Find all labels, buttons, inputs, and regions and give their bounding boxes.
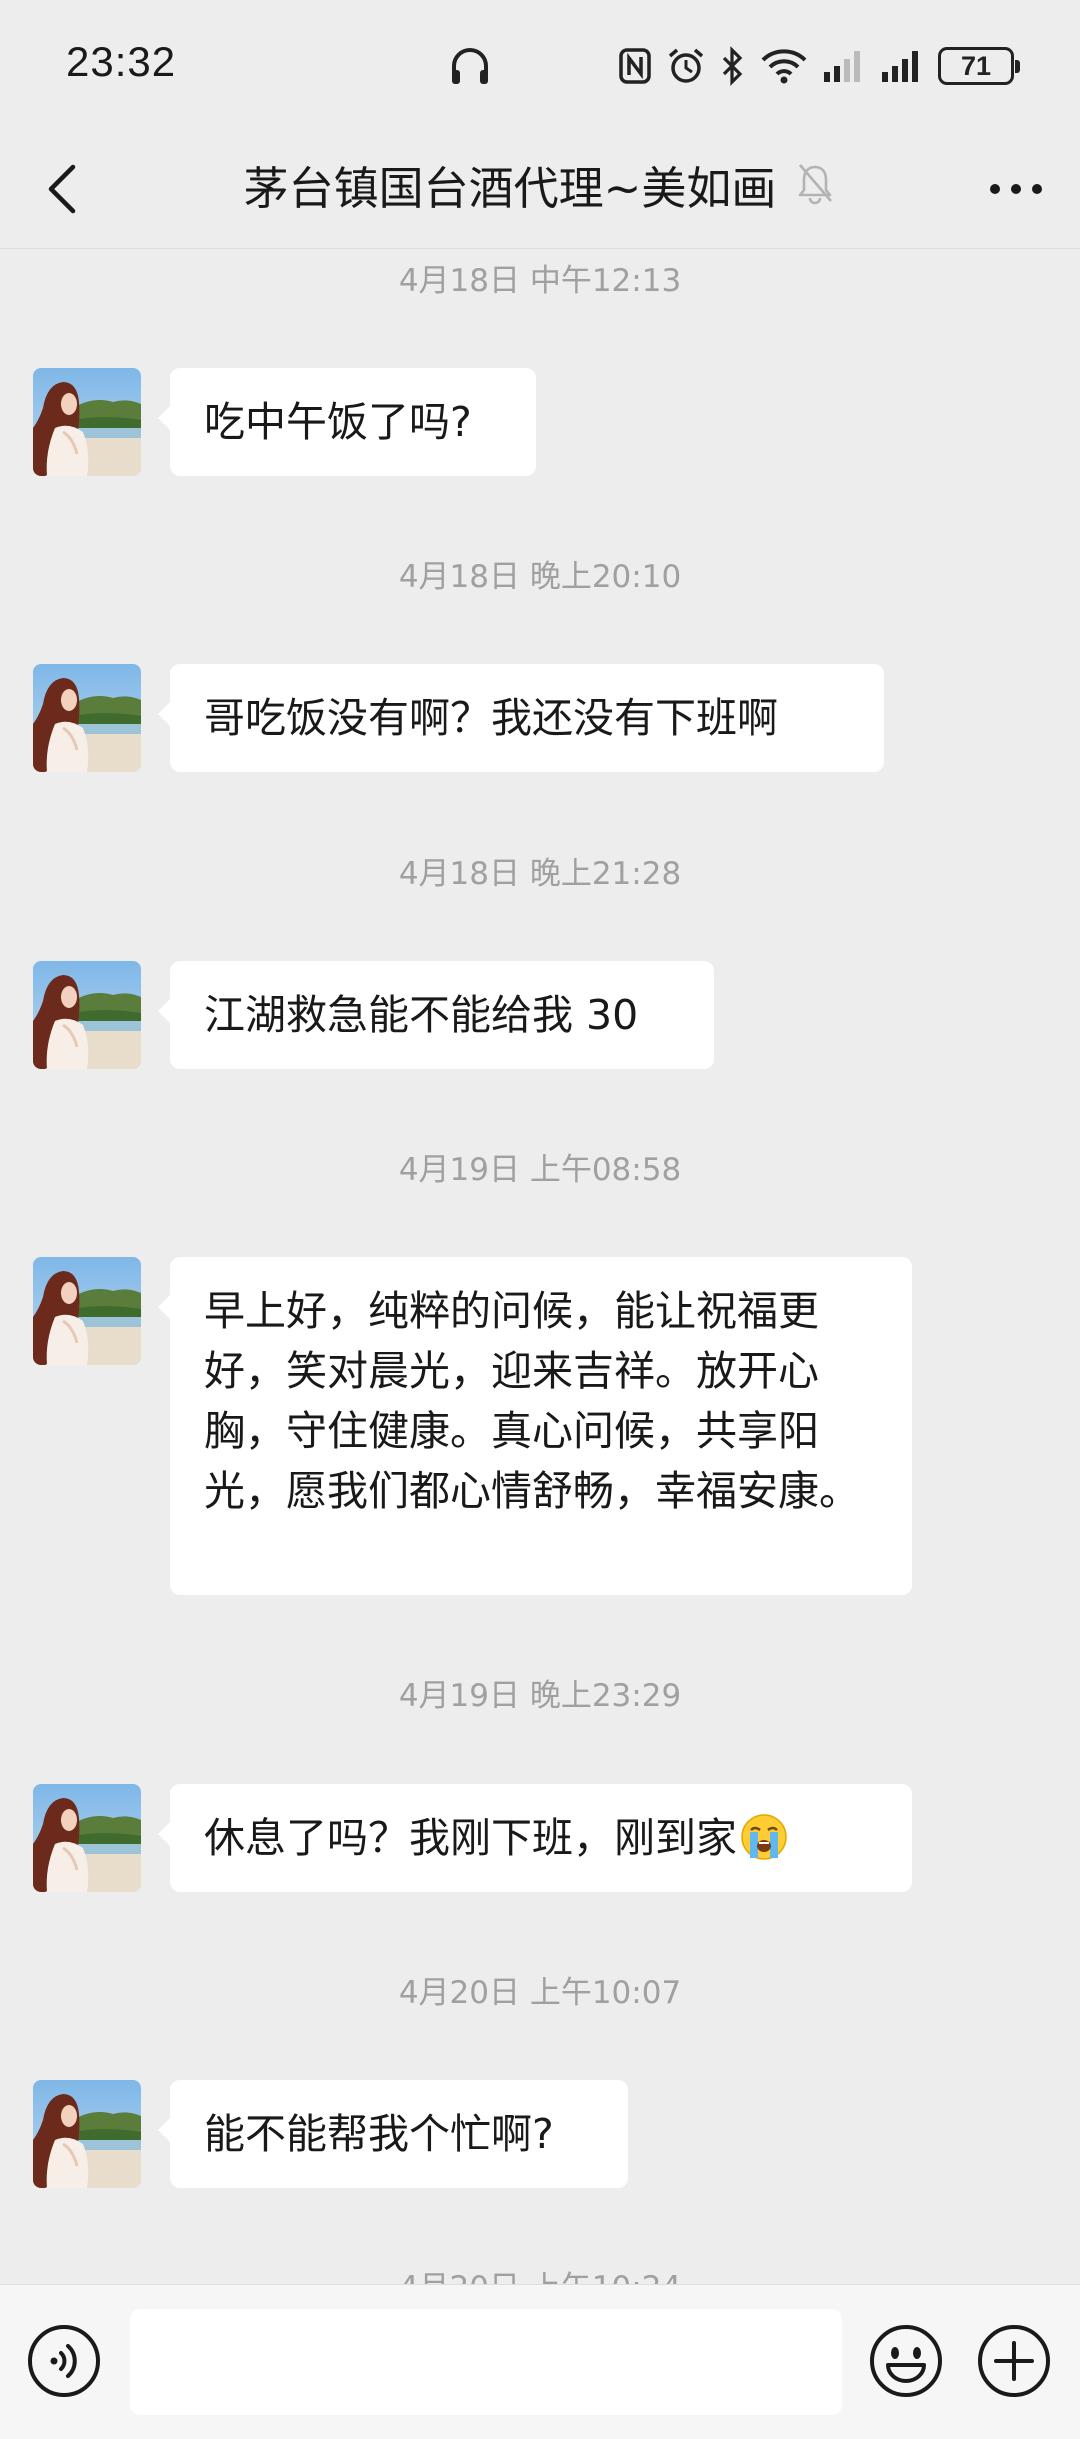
bell-muted-icon	[798, 164, 832, 205]
input-bar	[0, 2284, 1080, 2439]
avatar[interactable]	[33, 664, 141, 772]
status-bar: 23:32 71	[0, 0, 1080, 130]
message-timestamp: 4月19日 晚上23:29	[398, 1678, 682, 1714]
message-bubble[interactable]: 休息了吗？我刚下班，刚到家	[158, 1784, 912, 1892]
message-bubble[interactable]: 早上好，纯粹的问候，能让祝福更好，笑对晨光，迎来吉祥。放开心胸，守住健康。真心问…	[158, 1257, 912, 1595]
message-timestamp-partial: 4月20日 上午10:24	[0, 2266, 1080, 2284]
signal-icon-1	[824, 51, 860, 82]
voice-icon[interactable]	[26, 2323, 102, 2399]
back-button[interactable]	[30, 156, 96, 222]
signal-icon-2	[882, 51, 918, 82]
message-text: 休息了吗？我刚下班，刚到家	[204, 1814, 737, 1862]
plus-icon[interactable]	[976, 2323, 1052, 2399]
message-timestamp: 4月19日 上午08:58	[398, 1152, 682, 1188]
nfc-icon	[619, 48, 651, 84]
message-timestamp: 4月18日 中午12:13	[398, 263, 682, 299]
message-bubble[interactable]: 吃中午饭了吗?	[158, 368, 536, 476]
message-bubble[interactable]: 江湖救急能不能给我 30	[158, 961, 714, 1069]
more-button[interactable]	[978, 156, 1054, 222]
message-timestamp: 4月20日 上午10:07	[398, 1975, 682, 2011]
chat-title: 茅台镇国台酒代理~美如画	[243, 162, 777, 215]
avatar[interactable]	[33, 1257, 141, 1365]
avatar[interactable]	[33, 1784, 141, 1892]
more-dots-icon	[990, 184, 1042, 194]
alarm-icon	[668, 48, 704, 83]
wifi-icon	[761, 49, 807, 84]
message-bubble[interactable]: 能不能帮我个忙啊?	[158, 2080, 628, 2188]
chevron-left-icon	[48, 164, 76, 214]
battery-indicator: 71	[938, 47, 1020, 85]
loudly-crying-face-icon	[741, 1814, 787, 1860]
avatar[interactable]	[33, 368, 141, 476]
headphones-icon	[452, 48, 488, 84]
avatar[interactable]	[33, 2080, 141, 2188]
bluetooth-icon	[722, 46, 743, 86]
message-input[interactable]	[130, 2309, 842, 2415]
message-bubble[interactable]: 哥吃饭没有啊？我还没有下班啊	[158, 664, 884, 772]
chat-header: 茅台镇国台酒代理~美如画	[0, 130, 1080, 249]
message-timestamp: 4月18日 晚上20:10	[398, 559, 682, 595]
emoji-icon[interactable]	[868, 2323, 944, 2399]
message-timestamp: 4月18日 晚上21:28	[398, 856, 682, 892]
avatar[interactable]	[33, 961, 141, 1069]
status-time: 23:32	[66, 38, 177, 85]
status-icons: 71	[618, 42, 1020, 90]
